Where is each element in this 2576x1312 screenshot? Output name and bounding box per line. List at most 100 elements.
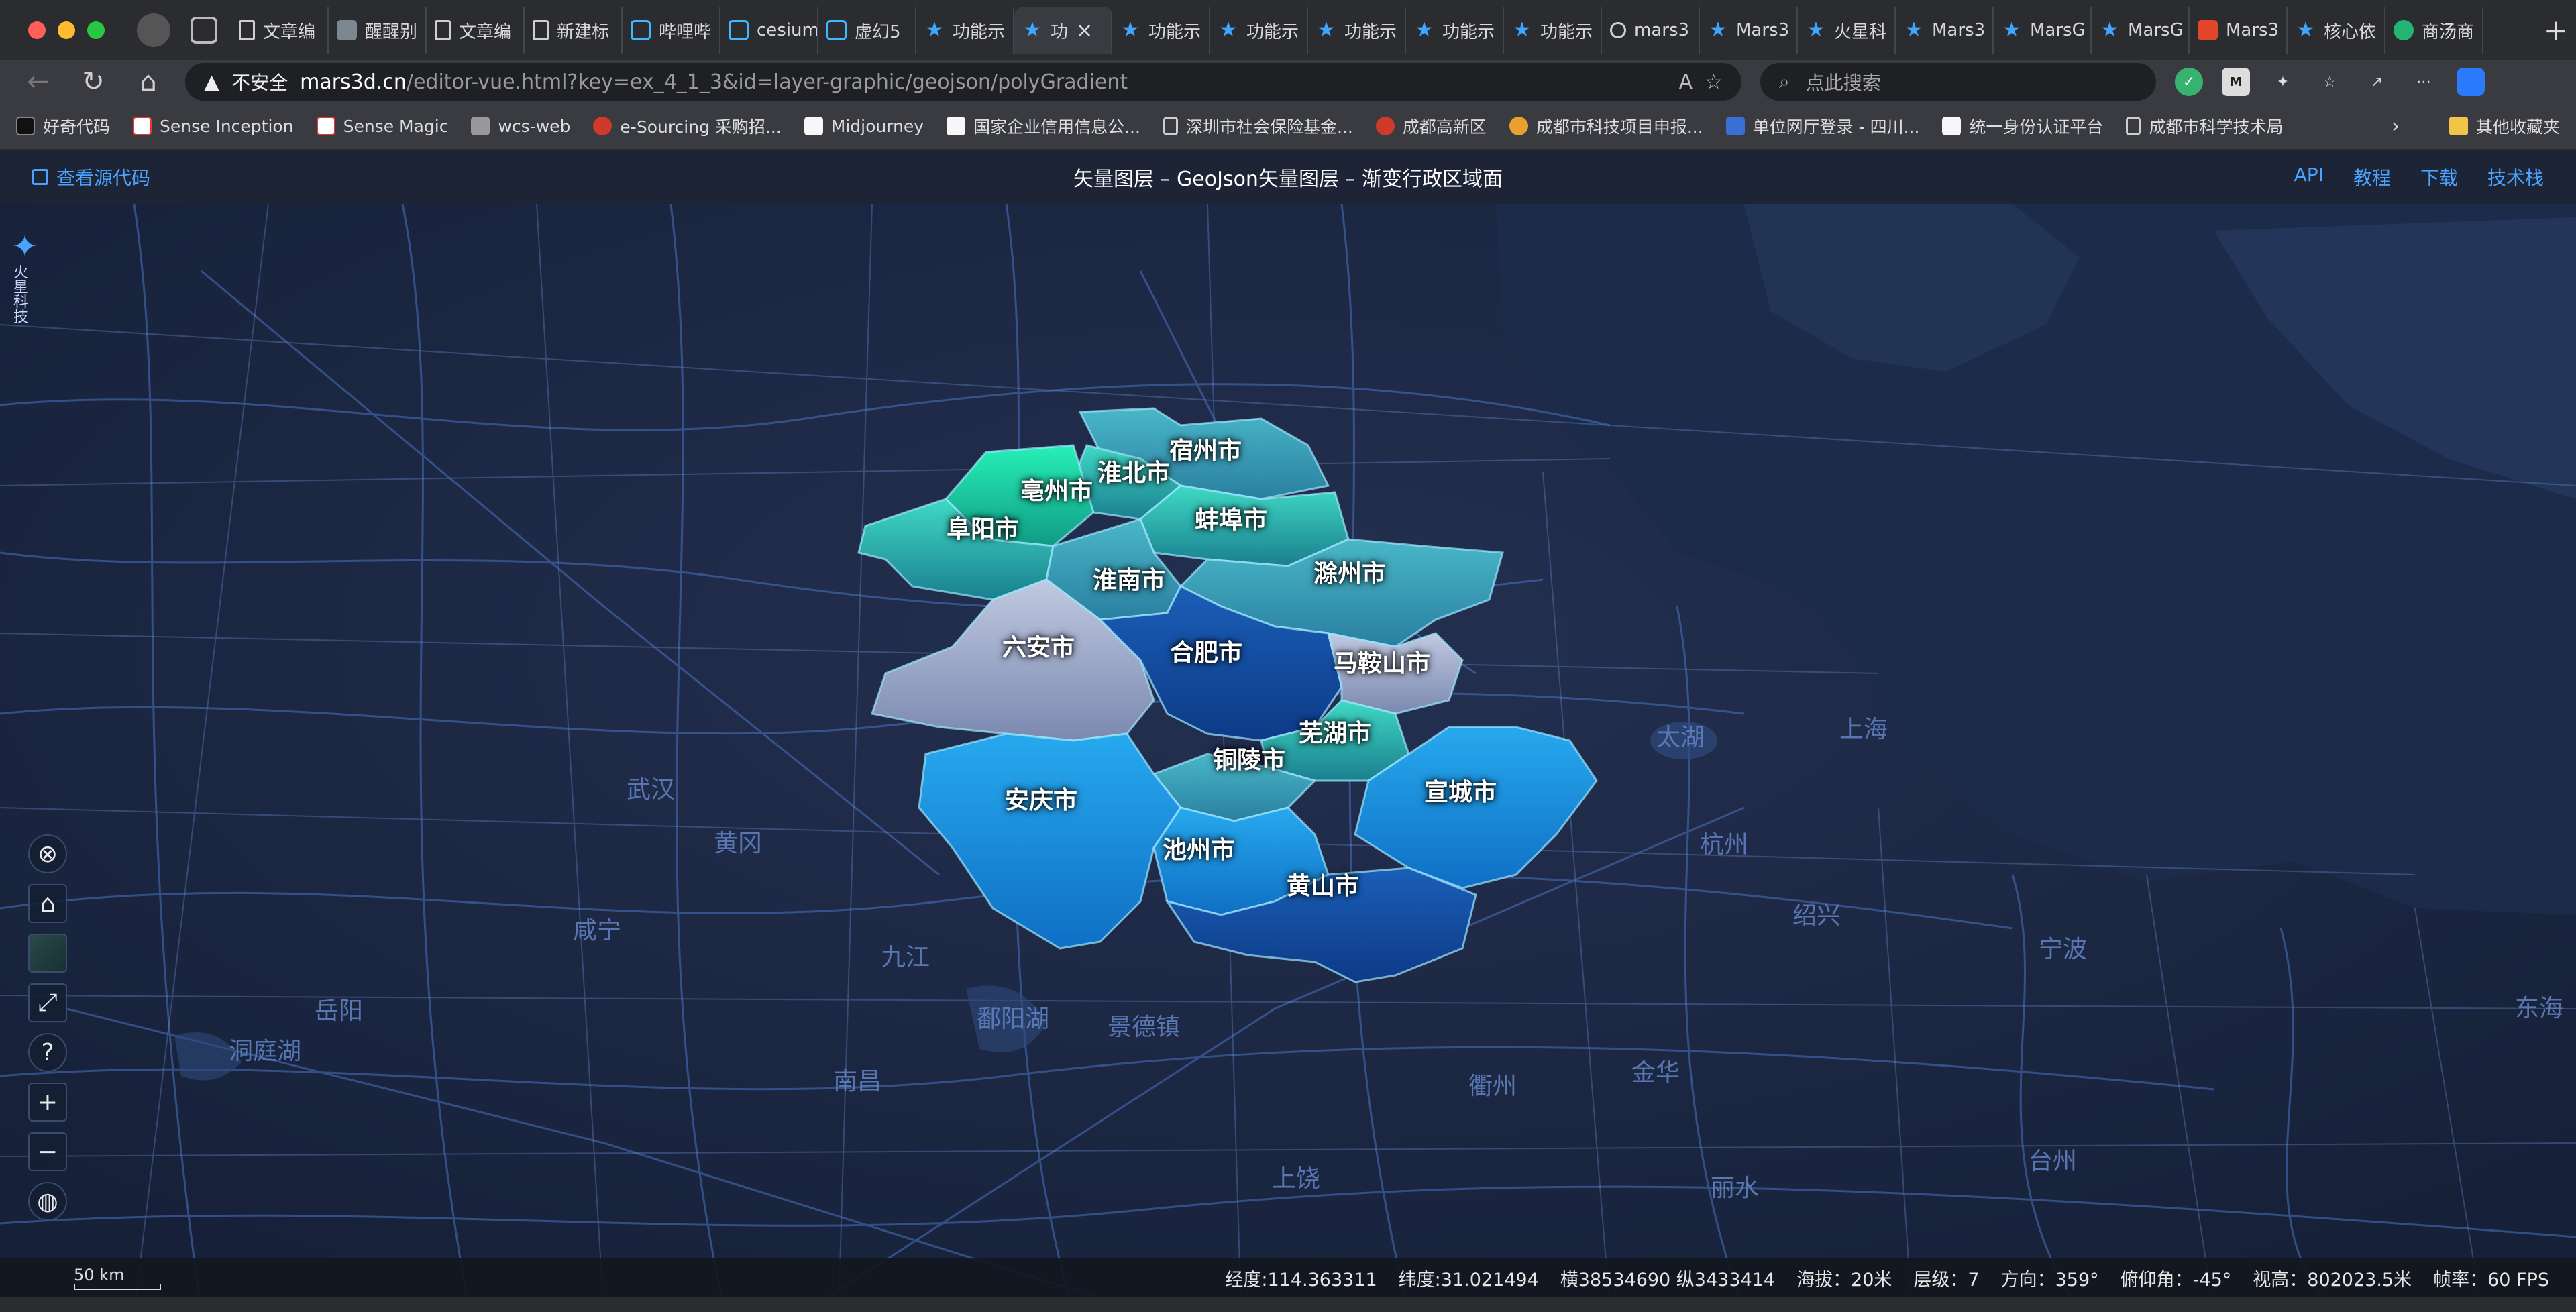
tab-label: 文章编 bbox=[459, 21, 512, 42]
bookmark-favicon-icon bbox=[593, 117, 612, 135]
bookmark-label: 成都市科技项目申报... bbox=[1536, 117, 1703, 137]
region-label: 铜陵市 bbox=[1212, 747, 1286, 774]
back-button[interactable]: ← bbox=[20, 64, 56, 100]
bookmark-item[interactable]: 统一身份认证平台 bbox=[1942, 114, 2103, 138]
map-viewer[interactable]: 宿州市 淮北市 亳州市 阜阳市 蚌埠市 淮南市 滁州市 六安市 合肥市 马鞍山市 芜湖市 铜陵市 宣城市… bbox=[0, 204, 2576, 1312]
new-tab-button[interactable]: + bbox=[2536, 13, 2576, 48]
region-label: 六安市 bbox=[1002, 634, 1075, 661]
bookmark-label: Sense Inception bbox=[160, 116, 294, 136]
favorite-star-icon[interactable]: ☆ bbox=[1705, 70, 1723, 94]
browser-tab[interactable]: ★ 功能示 bbox=[1504, 7, 1602, 54]
browser-tab[interactable]: ★ MarsG bbox=[1994, 7, 2092, 54]
fullscreen-button[interactable]: ⤢ bbox=[28, 983, 67, 1022]
reload-button[interactable]: ↻ bbox=[75, 64, 111, 100]
bookmark-favicon-icon bbox=[1375, 117, 1395, 135]
browser-tab[interactable]: 新建标 bbox=[525, 7, 623, 54]
bookmark-item[interactable]: 单位网厅登录 - 四川... bbox=[1725, 114, 1919, 138]
bookmark-item[interactable]: 国家企业信用信息公... bbox=[947, 114, 1140, 138]
warning-icon[interactable]: ▲ bbox=[204, 70, 219, 94]
browser-tab[interactable]: 虚幻5 bbox=[818, 7, 916, 54]
address-bar[interactable]: ▲ 不安全 mars3d.cn/editor-vue.html?key=ex_4… bbox=[185, 63, 1741, 101]
view-source-link[interactable]: 查看源代码 bbox=[32, 164, 150, 190]
other-bookmarks-folder[interactable]: 其他收藏夹 bbox=[2449, 114, 2560, 138]
scale-bar-line bbox=[74, 1284, 161, 1290]
bookmark-item[interactable]: 成都市科技项目申报... bbox=[1509, 114, 1703, 138]
browser-tab[interactable]: 醒醒别 bbox=[329, 7, 427, 54]
home-view-button[interactable]: ⌂ bbox=[28, 884, 67, 923]
bookmark-item[interactable]: Sense Magic bbox=[316, 114, 448, 138]
browser-tab[interactable]: ★ Mars3 bbox=[1896, 7, 1994, 54]
bookmark-item[interactable]: 深圳市社会保险基金... bbox=[1163, 114, 1353, 138]
browser-tab[interactable]: ★ 功 × bbox=[1014, 7, 1112, 54]
browser-tab[interactable]: 文章编 bbox=[427, 7, 525, 54]
browser-tab[interactable]: ★ 火星科 bbox=[1798, 7, 1896, 54]
favorites-icon[interactable]: ☆ bbox=[2316, 68, 2344, 96]
bookmark-item[interactable]: Midjourney bbox=[804, 114, 924, 138]
browser-tab[interactable]: Mars3 bbox=[2190, 7, 2288, 54]
browser-tab[interactable]: 商汤商 bbox=[2385, 7, 2483, 54]
browser-tab[interactable]: ★ 功能示 bbox=[1308, 7, 1406, 54]
bookmark-item[interactable]: wcs-web bbox=[471, 114, 570, 138]
extension-green-icon[interactable]: ✓ bbox=[2175, 68, 2203, 96]
browser-tab[interactable]: mars3 bbox=[1602, 7, 1700, 54]
tab-label: 哔哩哔 bbox=[659, 21, 712, 42]
tech-stack-link[interactable]: 技术栈 bbox=[2487, 164, 2544, 190]
bookmark-item[interactable]: e-Sourcing 采购招... bbox=[593, 114, 782, 138]
close-tab-icon[interactable]: × bbox=[1076, 19, 1093, 42]
scale-label: 50 km bbox=[74, 1266, 125, 1284]
folder-icon bbox=[2449, 117, 2468, 135]
close-window-button[interactable] bbox=[28, 21, 46, 39]
bookmark-favicon-icon bbox=[947, 117, 966, 135]
search-box[interactable]: ⌕ 点此搜索 bbox=[1760, 63, 2156, 101]
region-label: 安庆市 bbox=[1004, 787, 1078, 814]
browser-tab[interactable]: ★ 核心依 bbox=[2288, 7, 2385, 54]
browser-tab[interactable]: ★ 功能示 bbox=[1406, 7, 1504, 54]
zoom-window-button[interactable] bbox=[87, 21, 105, 39]
base-map-place-label: 台州 bbox=[2028, 1148, 2078, 1175]
copilot-icon[interactable] bbox=[2457, 68, 2485, 96]
help-button[interactable]: ? bbox=[28, 1033, 67, 1072]
browser-tab[interactable]: ★ Mars3 bbox=[1700, 7, 1798, 54]
bookmark-item[interactable]: 成都高新区 bbox=[1375, 114, 1487, 138]
download-link[interactable]: 下载 bbox=[2420, 164, 2458, 190]
browser-tab[interactable]: 文章编 bbox=[231, 7, 329, 54]
browser-tab[interactable]: ★ 功能示 bbox=[916, 7, 1014, 54]
extension-m-icon[interactable]: M bbox=[2222, 68, 2250, 96]
bookmark-item[interactable]: Sense Inception bbox=[133, 114, 294, 138]
bookmark-item[interactable]: 好奇代码 bbox=[16, 114, 110, 138]
bookmarks-overflow-chevron-icon[interactable]: › bbox=[2392, 115, 2400, 138]
url-text[interactable]: mars3d.cn/editor-vue.html?key=ex_4_1_3&i… bbox=[300, 70, 1128, 94]
browser-tab[interactable]: 哔哩哔 bbox=[623, 7, 720, 54]
browser-tab[interactable]: cesium bbox=[720, 7, 818, 54]
zoom-in-button[interactable]: + bbox=[28, 1083, 67, 1122]
compass-icon[interactable]: ⊗ bbox=[28, 834, 67, 873]
browser-tab[interactable]: ★ MarsG bbox=[2092, 7, 2190, 54]
extensions-puzzle-icon[interactable]: ✦ bbox=[2269, 68, 2297, 96]
tab-star-icon: ★ bbox=[1317, 18, 1336, 42]
read-aloud-icon[interactable]: A bbox=[1679, 70, 1693, 94]
globe-mode-button[interactable]: ◍ bbox=[28, 1182, 67, 1221]
minimize-window-button[interactable] bbox=[58, 21, 75, 39]
home-button[interactable]: ⌂ bbox=[130, 64, 166, 100]
browser-tab[interactable]: ★ 功能示 bbox=[1210, 7, 1308, 54]
tab-actions-icon[interactable] bbox=[191, 17, 217, 44]
profile-icon[interactable] bbox=[137, 13, 170, 47]
basemap-switcher-button[interactable] bbox=[28, 934, 67, 973]
browser-tab[interactable]: ★ 功能示 bbox=[1112, 7, 1210, 54]
tab-label: Mars3 bbox=[1932, 20, 1986, 40]
tab-star-icon: ★ bbox=[2296, 18, 2315, 42]
code-icon bbox=[32, 169, 48, 185]
bookmark-item[interactable]: 成都市科学技术局 bbox=[2126, 114, 2283, 138]
tab-label: 文章编 bbox=[263, 21, 316, 42]
api-link[interactable]: API bbox=[2294, 164, 2324, 190]
tutorial-link[interactable]: 教程 bbox=[2353, 164, 2391, 190]
insecure-label[interactable]: 不安全 bbox=[231, 68, 288, 95]
map-canvas[interactable] bbox=[0, 204, 2576, 1312]
zoom-out-button[interactable]: − bbox=[28, 1132, 67, 1171]
share-icon[interactable]: ↗ bbox=[2363, 68, 2391, 96]
base-map-place-label: 九江 bbox=[881, 944, 930, 971]
base-map-place-label: 宁波 bbox=[2038, 936, 2088, 963]
pitch-readout: 俯仰角：-45° bbox=[2120, 1269, 2232, 1291]
more-menu-icon[interactable]: ⋯ bbox=[2410, 68, 2438, 96]
search-placeholder: 点此搜索 bbox=[1805, 72, 1881, 94]
